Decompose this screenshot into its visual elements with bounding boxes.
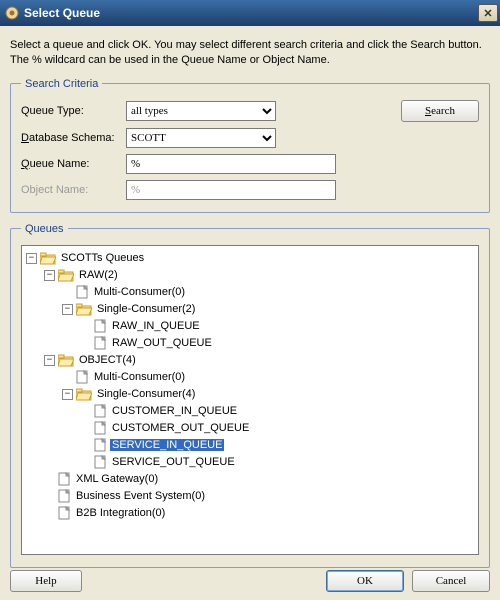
- search-button[interactable]: Search: [401, 100, 479, 122]
- tree-node-label: CUSTOMER_IN_QUEUE: [110, 405, 239, 417]
- document-icon: [76, 285, 89, 299]
- document-icon: [94, 455, 107, 469]
- tree-node-label: Business Event System(0): [74, 490, 207, 502]
- tree-node-multi[interactable]: Multi-Consumer(0): [62, 369, 476, 386]
- folder-open-icon: [76, 388, 92, 401]
- tree-node-single[interactable]: − Single-Consumer(2): [62, 301, 476, 318]
- close-icon: ✕: [483, 7, 492, 20]
- document-icon: [76, 370, 89, 384]
- document-icon: [58, 506, 71, 520]
- document-icon: [94, 438, 107, 452]
- button-bar: Help OK Cancel: [10, 570, 490, 592]
- window-title: Select Queue: [24, 6, 478, 20]
- collapse-icon[interactable]: −: [26, 253, 37, 264]
- queue-name-label: Queue Name:: [21, 158, 126, 170]
- collapse-icon[interactable]: −: [44, 270, 55, 281]
- tree-node-label: CUSTOMER_OUT_QUEUE: [110, 422, 251, 434]
- folder-open-icon: [58, 354, 74, 367]
- tree-node-label: B2B Integration(0): [74, 507, 167, 519]
- cancel-button[interactable]: Cancel: [412, 570, 490, 592]
- queue-type-label: Queue Type:: [21, 105, 126, 117]
- tree-node-label: SCOTTs Queues: [59, 252, 146, 264]
- tree-node-label: Multi-Consumer(0): [92, 371, 187, 383]
- tree-node-label: XML Gateway(0): [74, 473, 160, 485]
- close-button[interactable]: ✕: [478, 4, 498, 22]
- tree-node-label: RAW_OUT_QUEUE: [110, 337, 214, 349]
- tree-leaf-queue[interactable]: RAW_IN_QUEUE: [80, 318, 476, 335]
- document-icon: [94, 319, 107, 333]
- queues-legend: Queues: [21, 223, 68, 235]
- collapse-icon[interactable]: −: [44, 355, 55, 366]
- db-schema-select[interactable]: SCOTT: [126, 128, 276, 148]
- tree-node-label-selected: SERVICE_IN_QUEUE: [110, 439, 224, 451]
- tree-node-object[interactable]: − OBJECT(4): [44, 352, 476, 369]
- folder-open-icon: [76, 303, 92, 316]
- search-criteria-legend: Search Criteria: [21, 78, 102, 90]
- object-name-label: Object Name:: [21, 184, 126, 196]
- tree-node-label: Multi-Consumer(0): [92, 286, 187, 298]
- tree-leaf-queue[interactable]: SERVICE_IN_QUEUE: [80, 437, 476, 454]
- tree-node-xml-gateway[interactable]: XML Gateway(0): [44, 471, 476, 488]
- document-icon: [94, 336, 107, 350]
- help-button[interactable]: Help: [10, 570, 82, 592]
- document-icon: [58, 489, 71, 503]
- folder-open-icon: [40, 252, 56, 265]
- collapse-icon[interactable]: −: [62, 389, 73, 400]
- queue-name-input[interactable]: [126, 154, 336, 174]
- tree-node-label: RAW(2): [77, 269, 120, 281]
- document-icon: [58, 472, 71, 486]
- collapse-icon[interactable]: −: [62, 304, 73, 315]
- tree-leaf-queue[interactable]: SERVICE_OUT_QUEUE: [80, 454, 476, 471]
- tree-leaf-queue[interactable]: CUSTOMER_OUT_QUEUE: [80, 420, 476, 437]
- tree-node-label: OBJECT(4): [77, 354, 138, 366]
- document-icon: [94, 421, 107, 435]
- tree-node-raw[interactable]: − RAW(2): [44, 267, 476, 284]
- search-criteria-group: Search Criteria Queue Type: all types Se…: [10, 78, 490, 213]
- app-icon: [4, 5, 20, 21]
- tree-node-b2b[interactable]: B2B Integration(0): [44, 505, 476, 522]
- tree-node-multi[interactable]: Multi-Consumer(0): [62, 284, 476, 301]
- db-schema-label: Database Schema:: [21, 132, 126, 144]
- tree-root[interactable]: − SCOTTs Queues: [26, 250, 476, 267]
- tree-node-bes[interactable]: Business Event System(0): [44, 488, 476, 505]
- folder-open-icon: [58, 269, 74, 282]
- tree-node-label: Single-Consumer(4): [95, 388, 197, 400]
- title-bar: Select Queue ✕: [0, 0, 500, 26]
- document-icon: [94, 404, 107, 418]
- tree-leaf-queue[interactable]: CUSTOMER_IN_QUEUE: [80, 403, 476, 420]
- object-name-input: [126, 180, 336, 200]
- queues-tree[interactable]: − SCOTTs Queues − RAW(2): [21, 245, 479, 555]
- tree-node-label: Single-Consumer(2): [95, 303, 197, 315]
- ok-button[interactable]: OK: [326, 570, 404, 592]
- tree-leaf-queue[interactable]: RAW_OUT_QUEUE: [80, 335, 476, 352]
- queue-type-select[interactable]: all types: [126, 101, 276, 121]
- tree-node-label: SERVICE_OUT_QUEUE: [110, 456, 237, 468]
- tree-node-label: RAW_IN_QUEUE: [110, 320, 202, 332]
- queues-group: Queues − SCOTTs Queues −: [10, 223, 490, 568]
- tree-node-single[interactable]: − Single-Consumer(4): [62, 386, 476, 403]
- instructions-text: Select a queue and click OK. You may sel…: [10, 38, 490, 68]
